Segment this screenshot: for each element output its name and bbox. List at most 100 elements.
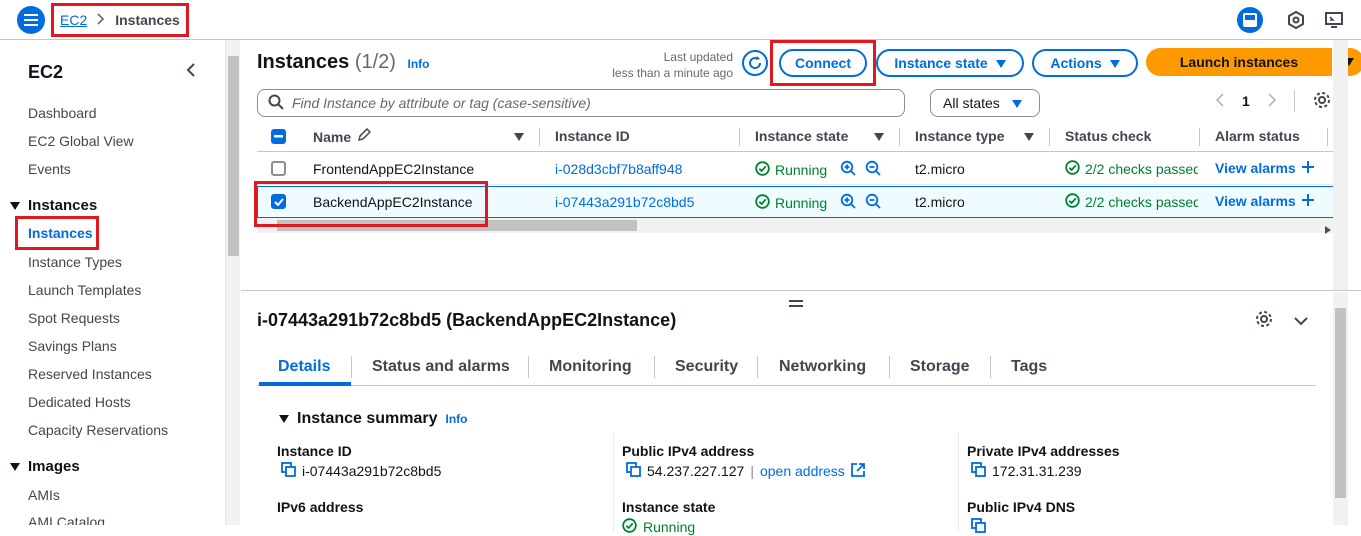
top-panel-scrollbar[interactable] [1333,40,1348,290]
actions-button[interactable]: Actions [1032,49,1138,77]
sidebar-section-images[interactable]: Images [10,458,80,475]
gear-icon[interactable] [1255,310,1273,331]
search-placeholder: Find Instance by attribute or tag (case-… [292,95,591,111]
ipv6-label: IPv6 address [277,499,364,515]
column-divider [899,128,900,146]
chevron-left-icon[interactable] [1215,92,1224,110]
public-ipv4-label: Public IPv4 address [622,443,755,459]
tab-security[interactable]: Security [675,358,738,376]
copy-icon[interactable] [971,518,986,536]
zoom-in-icon[interactable] [840,193,856,212]
sidebar-item-dashboard[interactable]: Dashboard [28,105,97,121]
feedback-icon[interactable] [1322,6,1346,34]
sidebar-item-events[interactable]: Events [28,161,71,177]
sidebar-item-instance-types[interactable]: Instance Types [28,254,122,270]
page-number[interactable]: 1 [1242,93,1250,109]
tab-divider [990,356,991,378]
view-alarms-link[interactable]: View alarms [1215,193,1314,209]
info-link[interactable]: Info [446,412,468,426]
states-filter-select[interactable]: All states [930,89,1040,117]
sidebar-item-reserved-instances[interactable]: Reserved Instances [28,366,152,382]
search-icon [268,94,284,113]
scrollbar-thumb[interactable] [1335,308,1346,498]
column-instance-state[interactable]: Instance state [755,128,848,144]
sidebar-item-dedicated-hosts[interactable]: Dedicated Hosts [28,394,131,410]
selection-count: (1/2) [354,51,396,73]
column-instance-type[interactable]: Instance type [915,128,1004,144]
sort-caret-icon[interactable] [514,128,524,144]
instance-state-button[interactable]: Instance state [876,49,1024,77]
column-name[interactable]: Name [313,127,372,145]
breadcrumb-current: Instances [115,12,180,28]
open-address-link[interactable]: open address [760,463,845,479]
cell-instance-id[interactable]: i-028d3cbf7b8aff948 [555,161,682,177]
scroll-right-arrow-icon[interactable] [1325,221,1331,237]
tab-monitoring[interactable]: Monitoring [549,358,632,376]
cell-type: t2.micro [915,161,965,177]
drag-handle-icon[interactable] [789,295,803,313]
private-ipv4-label: Private IPv4 addresses [967,443,1120,459]
sidebar-item-amis[interactable]: AMIs [28,487,60,503]
sidebar-item-instances[interactable]: Instances [15,216,99,250]
gear-icon[interactable] [1313,91,1331,112]
launch-instances-button[interactable]: Launch instances [1146,48,1332,76]
filter-caret-icon[interactable] [874,128,884,144]
zoom-out-icon[interactable] [865,193,881,212]
zoom-in-icon[interactable] [840,160,856,179]
sidebar-item-global-view[interactable]: EC2 Global View [28,133,134,149]
chevron-left-icon[interactable] [186,62,196,81]
zoom-out-icon[interactable] [865,160,881,179]
filter-caret-icon[interactable] [1024,128,1034,144]
tab-status-and-alarms[interactable]: Status and alarms [372,358,510,376]
external-link-icon[interactable] [850,462,865,480]
chevron-right-icon[interactable] [1268,92,1276,110]
breadcrumb-ec2-link[interactable]: EC2 [60,12,87,28]
menu-icon[interactable] [17,6,45,34]
refresh-icon[interactable] [742,50,768,76]
sidebar-item-savings-plans[interactable]: Savings Plans [28,338,117,354]
row-checkbox[interactable] [271,161,286,176]
tab-details[interactable]: Details [278,358,330,376]
caret-down-icon [1011,95,1022,111]
table-header: Name Instance ID Instance state Instance… [257,122,1334,152]
select-all-checkbox[interactable] [271,129,286,144]
settings-hexagon-icon[interactable] [1284,6,1308,34]
pencil-icon [357,127,372,145]
column-status-check[interactable]: Status check [1065,128,1151,144]
copy-icon[interactable] [626,462,641,480]
plus-icon[interactable] [1301,160,1314,176]
sidebar-scrollbar[interactable] [225,40,240,525]
public-dns-value [971,518,986,536]
sidebar-item-ami-catalog[interactable]: AMI Catalog [28,514,105,525]
plus-icon[interactable] [1301,193,1314,209]
scrollbar-thumb[interactable] [228,56,239,256]
sidebar-item-spot-requests[interactable]: Spot Requests [28,310,120,326]
instance-summary-header[interactable]: Instance summary Info [279,410,468,428]
info-link[interactable]: Info [408,57,430,71]
search-input[interactable]: Find Instance by attribute or tag (case-… [257,89,905,117]
chevron-down-icon[interactable] [1294,313,1308,329]
tab-networking[interactable]: Networking [779,358,866,376]
tab-tags[interactable]: Tags [1011,358,1047,376]
copy-icon[interactable] [971,462,986,480]
sidebar-item-launch-templates[interactable]: Launch Templates [28,282,141,298]
split-panel-icon[interactable] [1236,6,1264,34]
tab-storage[interactable]: Storage [910,358,970,376]
sidebar-section-instances[interactable]: Instances [10,197,97,214]
copy-icon[interactable] [281,462,296,480]
last-updated-value: less than a minute ago [612,66,733,80]
cell-type: t2.micro [915,194,965,210]
column-instance-id[interactable]: Instance ID [555,128,630,144]
instance-id-text: i-07443a291b72c8bd5 [302,463,442,479]
column-alarm-status[interactable]: Alarm status [1215,128,1300,144]
tab-divider [654,356,655,378]
sidebar: EC2 Dashboard EC2 Global View Events Ins… [0,40,225,525]
column-divider [1327,128,1328,146]
sidebar-title: EC2 [28,62,64,82]
details-title: i-07443a291b72c8bd5 (BackendAppEC2Instan… [257,310,677,330]
details-scrollbar[interactable] [1333,292,1348,525]
caret-down-icon [10,458,20,475]
sidebar-item-capacity-reservations[interactable]: Capacity Reservations [28,422,168,438]
cell-instance-id[interactable]: i-07443a291b72c8bd5 [555,194,694,210]
view-alarms-link[interactable]: View alarms [1215,160,1314,176]
